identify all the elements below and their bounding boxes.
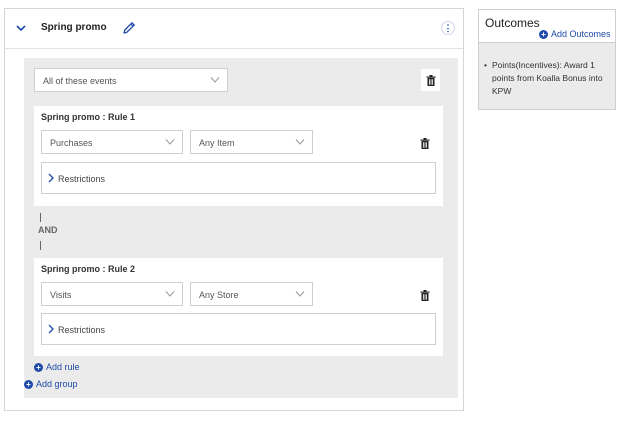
outcomes-title: Outcomes — [485, 16, 540, 30]
chevron-down-icon — [210, 77, 220, 83]
outcomes-header: Outcomes + Add Outcomes — [479, 10, 615, 43]
more-vertical-icon: ⋮ — [443, 22, 453, 33]
event-value: Visits — [50, 290, 72, 300]
scope-select[interactable]: Any Item — [190, 130, 313, 154]
restrictions-expander[interactable]: Restrictions — [41, 162, 436, 194]
restrictions-label: Restrictions — [58, 174, 106, 184]
add-group-button[interactable]: + Add group — [24, 379, 78, 389]
chevron-right-icon — [48, 324, 54, 334]
outcomes-panel: Outcomes + Add Outcomes • Points(Incenti… — [478, 9, 616, 110]
chevron-down-icon — [295, 139, 305, 145]
and-label: AND — [38, 225, 58, 235]
match-condition-value: All of these events — [43, 76, 117, 86]
connector-line — [40, 213, 41, 222]
plus-circle-icon: + — [539, 29, 548, 39]
add-outcomes-label: Add Outcomes — [551, 29, 611, 39]
rule-title: Spring promo : Rule 1 — [41, 112, 136, 122]
outcome-text: Points(Incentives): Award 1 points from … — [492, 60, 603, 96]
delete-rule-button[interactable] — [418, 288, 432, 302]
add-group-label: Add group — [36, 379, 78, 389]
promo-header: Spring promo ⋮ — [5, 9, 463, 49]
plus-circle-icon: + — [24, 379, 33, 389]
rule-title: Spring promo : Rule 2 — [41, 264, 136, 274]
trash-icon — [420, 289, 430, 301]
trash-icon — [426, 74, 435, 86]
promo-panel: Spring promo ⋮ All of these events Sprin… — [4, 8, 464, 411]
restrictions-label: Restrictions — [58, 325, 106, 335]
event-value: Purchases — [50, 138, 93, 148]
scope-value: Any Store — [199, 290, 239, 300]
pencil-icon[interactable] — [121, 20, 137, 36]
plus-circle-icon: + — [34, 362, 43, 372]
bullet-icon: • — [484, 60, 487, 70]
delete-group-button[interactable] — [421, 69, 440, 91]
add-outcomes-button[interactable]: + Add Outcomes — [539, 29, 611, 39]
rule-group: All of these events Spring promo : Rule … — [24, 58, 458, 398]
chevron-down-icon — [295, 291, 305, 297]
add-rule-label: Add rule — [46, 362, 80, 372]
connector-line — [40, 241, 41, 250]
match-condition-select[interactable]: All of these events — [34, 68, 228, 92]
chevron-down-icon[interactable] — [14, 21, 28, 35]
trash-icon — [420, 137, 430, 149]
promo-title: Spring promo — [41, 22, 107, 33]
chevron-right-icon — [48, 173, 54, 183]
event-select[interactable]: Purchases — [41, 130, 183, 154]
add-rule-button[interactable]: + Add rule — [34, 362, 80, 372]
chevron-down-icon — [165, 291, 175, 297]
rule-card: Spring promo : Rule 1 Purchases Any Item — [34, 106, 443, 206]
scope-select[interactable]: Any Store — [190, 282, 313, 306]
rule-card: Spring promo : Rule 2 Visits Any Store R… — [34, 258, 443, 356]
outcome-list-item: • Points(Incentives): Award 1 points fro… — [484, 59, 610, 98]
more-options-button[interactable]: ⋮ — [441, 21, 455, 35]
chevron-down-icon — [165, 139, 175, 145]
event-select[interactable]: Visits — [41, 282, 183, 306]
delete-rule-button[interactable] — [418, 136, 432, 150]
scope-value: Any Item — [199, 138, 235, 148]
restrictions-expander[interactable]: Restrictions — [41, 313, 436, 345]
